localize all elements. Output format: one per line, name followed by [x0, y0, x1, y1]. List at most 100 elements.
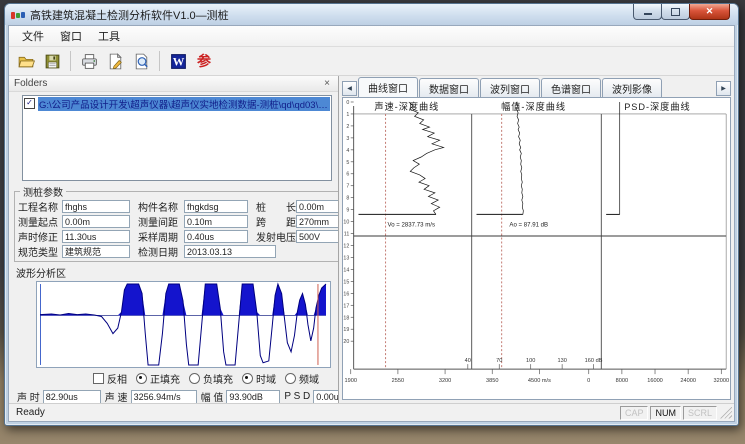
- fill-radio-1[interactable]: 负填充: [189, 371, 233, 386]
- param-value-field[interactable]: fhgkdsg: [184, 200, 248, 213]
- domain-radio-0[interactable]: 时域: [242, 371, 276, 386]
- readout-value-3[interactable]: 0.00us^2/m: [313, 390, 339, 404]
- tab-波列窗口[interactable]: 波列窗口: [480, 78, 540, 97]
- svg-text:2550: 2550: [392, 378, 404, 384]
- tab-曲线窗口[interactable]: 曲线窗口: [358, 77, 418, 97]
- chart-area[interactable]: 01234567891011121314151617181920声速-深度曲线1…: [342, 97, 731, 400]
- param-label: 测量起点: [18, 214, 62, 229]
- param-value-field[interactable]: 0.40us: [184, 230, 248, 243]
- svg-text:12: 12: [343, 243, 349, 249]
- save-button[interactable]: [40, 49, 64, 73]
- svg-text:W: W: [172, 55, 184, 68]
- save-icon: [43, 52, 62, 71]
- readout-value-2[interactable]: 93.90dB: [226, 390, 280, 404]
- svg-text:幅值-深度曲线: 幅值-深度曲线: [501, 101, 566, 112]
- app-icon: [11, 12, 25, 19]
- svg-text:40: 40: [465, 358, 471, 364]
- svg-text:16: 16: [343, 291, 349, 297]
- param-label: 采样周期: [138, 229, 184, 244]
- param-value-field[interactable]: 0.10m: [184, 215, 248, 228]
- toolbar: W 参: [9, 47, 734, 76]
- readout-label-1: 声 速: [105, 389, 128, 403]
- domain-radio-1[interactable]: 频域: [285, 371, 319, 386]
- svg-text:5: 5: [346, 160, 349, 166]
- parameters-button[interactable]: 参: [192, 49, 216, 73]
- waveform-plot[interactable]: [36, 281, 331, 368]
- readout-value-1[interactable]: 3256.94m/s: [131, 390, 197, 404]
- param-label: 桩 长: [256, 199, 296, 214]
- charts-canvas: 01234567891011121314151617181920声速-深度曲线1…: [343, 98, 730, 399]
- svg-text:0: 0: [346, 100, 349, 106]
- svg-text:0: 0: [587, 378, 590, 384]
- folder-list-item[interactable]: ✓ G:\公司产品设计开发\超声仪器\超声仪实地检测数据-测桩\qd\qd03\…: [24, 97, 330, 110]
- print-button[interactable]: [77, 49, 101, 73]
- svg-text:8: 8: [346, 196, 349, 202]
- indicator-CAP: CAP: [620, 406, 649, 420]
- tab-scroll-left-icon[interactable]: ◀: [342, 81, 357, 96]
- folder-checkbox-checked-icon[interactable]: ✓: [24, 98, 35, 109]
- readout-label-0: 声 时: [17, 389, 40, 403]
- parameters-icon: 参: [197, 51, 211, 71]
- app-window: 高铁建筑混凝土检测分析软件V1.0—测桩 ✕ 文件窗口工具: [4, 3, 739, 426]
- svg-text:3850: 3850: [486, 378, 498, 384]
- svg-text:3200: 3200: [439, 378, 451, 384]
- folders-list[interactable]: ✓ G:\公司产品设计开发\超声仪器\超声仪实地检测数据-测桩\qd\qd03\…: [22, 95, 332, 181]
- radio-icon: [285, 373, 296, 384]
- print-preview-button[interactable]: [129, 49, 153, 73]
- param-value-field[interactable]: 270mm: [296, 215, 339, 228]
- print-setup-button[interactable]: [103, 49, 127, 73]
- param-value-field[interactable]: 0.00m: [296, 200, 339, 213]
- param-value-field[interactable]: 0.00m: [62, 215, 130, 228]
- svg-text:16000: 16000: [647, 378, 663, 384]
- tab-scroll-right-icon[interactable]: ▶: [716, 81, 731, 96]
- tab-数据窗口[interactable]: 数据窗口: [419, 78, 479, 97]
- menu-item-1[interactable]: 窗口: [52, 26, 90, 46]
- maximize-button[interactable]: [661, 4, 690, 20]
- print-icon: [80, 52, 99, 71]
- word-report-button[interactable]: W: [166, 49, 190, 73]
- param-value-field[interactable]: fhghs: [62, 200, 130, 213]
- param-row: 测量起点0.00m测量间距0.10m跨 距270mm: [18, 214, 339, 229]
- right-panel: ◀曲线窗口数据窗口波列窗口色谱窗口波列影像▶ 01234567891011121…: [339, 76, 734, 403]
- menu-item-2[interactable]: 工具: [90, 26, 128, 46]
- maximize-icon: [671, 8, 680, 16]
- folders-close-icon[interactable]: ×: [321, 79, 333, 89]
- svg-text:15: 15: [343, 279, 349, 285]
- param-value-field[interactable]: 建筑规范: [62, 245, 130, 258]
- svg-text:19: 19: [343, 327, 349, 333]
- readout-label-2: 幅 值: [201, 389, 224, 403]
- fill-radio-0[interactable]: 正填充: [136, 371, 180, 386]
- resize-grip[interactable]: [720, 407, 732, 419]
- status-bar: Ready CAPNUMSCRL: [9, 403, 734, 421]
- param-row: 工程名称fhghs构件名称fhgkdsg桩 长0.00m: [18, 199, 339, 214]
- title-bar[interactable]: 高铁建筑混凝土检测分析软件V1.0—测桩 ✕: [5, 4, 738, 25]
- status-text: Ready: [16, 407, 45, 418]
- toolbar-separator: [159, 51, 160, 71]
- menu-item-0[interactable]: 文件: [14, 26, 52, 46]
- svg-text:70: 70: [496, 358, 502, 364]
- invert-checkbox[interactable]: 反相: [93, 371, 127, 386]
- svg-text:2: 2: [346, 124, 349, 130]
- svg-text:11: 11: [344, 231, 350, 237]
- tab-波列影像[interactable]: 波列影像: [602, 78, 662, 97]
- readout-value-0[interactable]: 82.90us: [43, 390, 101, 404]
- param-value-field[interactable]: 500V: [296, 230, 339, 243]
- domain-label: 时域: [256, 371, 276, 386]
- param-label: 跨 距: [256, 214, 296, 229]
- close-button[interactable]: ✕: [689, 4, 730, 20]
- param-value-field[interactable]: 11.30us: [62, 230, 130, 243]
- folders-title: Folders: [14, 78, 47, 89]
- open-file-icon: [17, 52, 36, 71]
- param-label: 规范类型: [18, 244, 62, 259]
- readout-label-3: P S D: [284, 391, 310, 402]
- minimize-button[interactable]: [633, 4, 662, 20]
- svg-text:4500 m/s: 4500 m/s: [528, 378, 551, 384]
- minimize-icon: [644, 13, 652, 15]
- param-value-field[interactable]: 2013.03.13: [184, 245, 276, 258]
- tab-色谱窗口[interactable]: 色谱窗口: [541, 78, 601, 97]
- svg-text:18: 18: [343, 315, 349, 321]
- svg-text:14: 14: [343, 267, 349, 273]
- fill-label: 正填充: [150, 371, 180, 386]
- left-panel: Folders × ✓ G:\公司产品设计开发\超声仪器\超声仪实地检测数据-测…: [9, 76, 339, 403]
- open-file-button[interactable]: [14, 49, 38, 73]
